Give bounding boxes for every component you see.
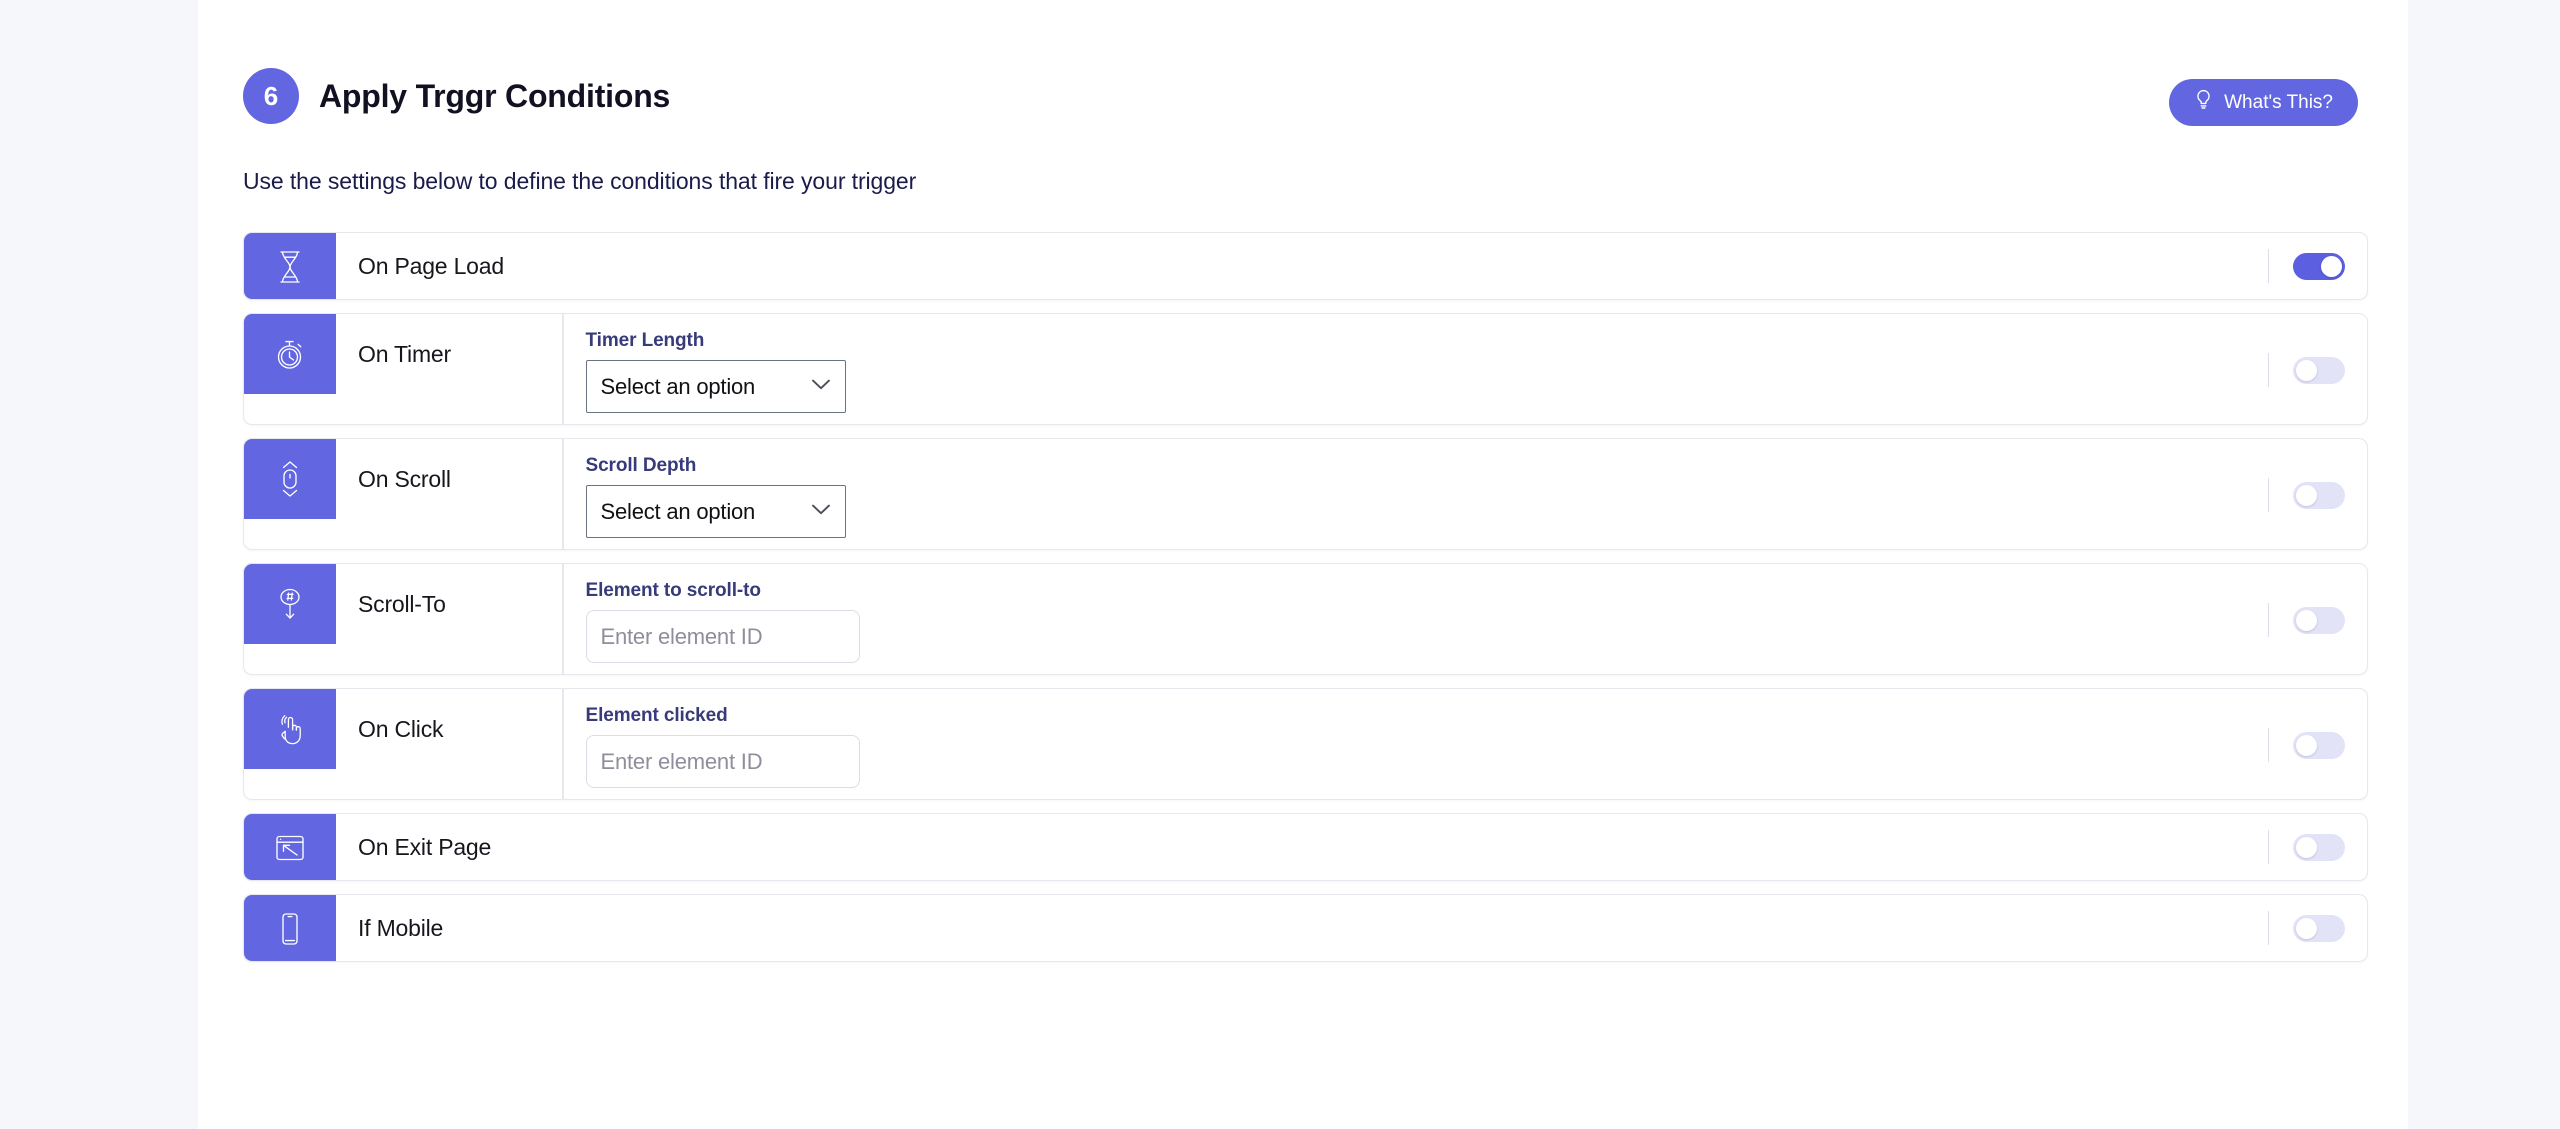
- condition-label: On Timer: [358, 340, 451, 367]
- app-root: 6 Apply Trggr Conditions What's This? Us…: [0, 0, 2560, 1129]
- toggle-knob: [2296, 734, 2317, 756]
- condition-row-on-click[interactable]: On Click Element clicked: [243, 688, 2368, 800]
- toggle-knob: [2296, 359, 2317, 381]
- toggle-on-click[interactable]: [2293, 731, 2345, 759]
- whats-this-button[interactable]: What's This?: [2169, 79, 2358, 126]
- field-label: Element to scroll-to: [585, 580, 761, 601]
- toggle-divider: [2267, 603, 2269, 637]
- select-value: Select an option: [600, 498, 756, 524]
- section-header: 6 Apply Trggr Conditions What's This? Us…: [243, 0, 2368, 194]
- section-subtitle: Use the settings below to define the con…: [243, 168, 917, 194]
- toggle-on-page-load[interactable]: [2293, 252, 2345, 280]
- toggle-on-exit-page[interactable]: [2293, 833, 2345, 861]
- chevron-down-icon: [811, 378, 831, 396]
- condition-row-on-timer[interactable]: On Timer Timer Length Select an option: [243, 313, 2368, 425]
- toggle-divider: [2267, 478, 2269, 512]
- field-label: Element clicked: [585, 705, 728, 726]
- condition-row-on-scroll[interactable]: On Scroll Scroll Depth Select an option: [243, 438, 2368, 550]
- mobile-phone-icon: [244, 895, 336, 961]
- settings-card: 6 Apply Trggr Conditions What's This? Us…: [198, 0, 2408, 1129]
- toggle-knob: [2296, 917, 2317, 939]
- lightbulb-icon: [2194, 89, 2213, 116]
- field-label: Scroll Depth: [585, 455, 697, 476]
- scroll-depth-select[interactable]: Select an option: [585, 485, 846, 538]
- toggle-divider: [2267, 911, 2269, 945]
- toggle-knob: [2296, 484, 2317, 506]
- toggle-divider: [2267, 830, 2269, 864]
- stopwatch-icon: [244, 314, 336, 394]
- condition-field-area: [562, 233, 2367, 299]
- condition-field-area: Scroll Depth Select an option: [564, 439, 2368, 549]
- anchor-down-arrow-icon: [244, 564, 336, 644]
- toggle-on-timer[interactable]: [2293, 356, 2345, 384]
- scroll-to-element-input[interactable]: [585, 610, 860, 663]
- toggle-divider: [2267, 249, 2269, 283]
- select-value: Select an option: [600, 373, 756, 399]
- toggle-zone: [2267, 689, 2368, 799]
- condition-row-if-mobile[interactable]: If Mobile: [243, 894, 2368, 962]
- toggle-on-scroll[interactable]: [2293, 481, 2345, 509]
- condition-row-on-page-load[interactable]: On Page Load: [243, 232, 2368, 300]
- toggle-zone: [2267, 564, 2368, 674]
- condition-field-area: Element to scroll-to: [564, 564, 2368, 674]
- toggle-divider: [2267, 728, 2269, 762]
- toggle-divider: [2267, 353, 2269, 387]
- condition-label: On Click: [358, 715, 444, 742]
- mouse-scroll-icon: [244, 439, 336, 519]
- condition-label: On Exit Page: [358, 833, 492, 860]
- condition-row-scroll-to[interactable]: Scroll-To Element to scroll-to: [243, 563, 2368, 675]
- toggle-scroll-to[interactable]: [2293, 606, 2345, 634]
- on-click-element-input[interactable]: [585, 735, 860, 788]
- toggle-zone: [2267, 814, 2368, 880]
- condition-field-area: Element clicked: [564, 689, 2368, 799]
- condition-field-area: [562, 814, 2367, 880]
- condition-label: On Page Load: [358, 252, 504, 279]
- condition-label: If Mobile: [358, 914, 444, 941]
- toggle-knob: [2296, 836, 2317, 858]
- page-right-gutter: [2408, 0, 2560, 1129]
- toggle-knob: [2296, 609, 2317, 631]
- timer-length-select[interactable]: Select an option: [585, 360, 846, 413]
- toggle-if-mobile[interactable]: [2293, 914, 2345, 942]
- condition-field-area: Timer Length Select an option: [564, 314, 2368, 424]
- toggle-zone: [2267, 439, 2368, 549]
- conditions-list: On Page Load On Timer Timer Length Selec…: [243, 232, 2368, 975]
- pointing-hand-icon: [244, 689, 336, 769]
- condition-label: On Scroll: [358, 465, 451, 492]
- page-title: Apply Trggr Conditions: [319, 78, 671, 114]
- page-left-gutter: [0, 0, 198, 1129]
- chevron-down-icon: [811, 503, 831, 521]
- exit-window-icon: [244, 814, 336, 880]
- condition-row-on-exit-page[interactable]: On Exit Page: [243, 813, 2368, 881]
- toggle-zone: [2267, 233, 2368, 299]
- toggle-zone: [2267, 314, 2368, 424]
- condition-field-area: [562, 895, 2367, 961]
- card-inner: 6 Apply Trggr Conditions What's This? Us…: [243, 0, 2368, 962]
- toggle-knob: [2321, 255, 2342, 277]
- condition-label: Scroll-To: [358, 590, 446, 617]
- hourglass-icon: [244, 233, 336, 299]
- field-label: Timer Length: [585, 330, 705, 351]
- toggle-zone: [2267, 895, 2368, 961]
- step-number-badge: 6: [243, 68, 299, 124]
- whats-this-label: What's This?: [2224, 91, 2333, 113]
